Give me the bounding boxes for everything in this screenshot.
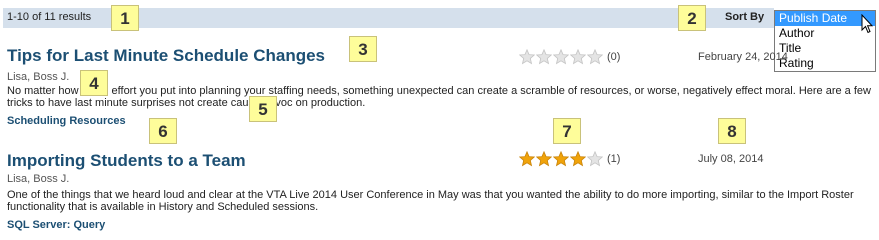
- sort-option-author[interactable]: Author: [775, 26, 875, 41]
- callout-7: 7: [553, 118, 581, 144]
- callout-1: 1: [111, 5, 139, 31]
- callout-3: 3: [349, 36, 377, 62]
- star-empty-icon[interactable]: [587, 151, 603, 167]
- star-empty-icon[interactable]: [519, 49, 535, 65]
- sort-option-publish-date[interactable]: Publish Date: [775, 11, 875, 26]
- star-filled-icon[interactable]: [536, 151, 552, 167]
- callout-4: 4: [80, 70, 108, 96]
- article-date: July 08, 2014: [698, 153, 764, 165]
- article-title[interactable]: Importing Students to a Team: [7, 151, 246, 171]
- star-filled-icon[interactable]: [519, 151, 535, 167]
- article-title[interactable]: Tips for Last Minute Schedule Changes: [7, 46, 325, 66]
- article-category-link[interactable]: SQL Server: Query: [7, 219, 105, 231]
- sort-option-rating[interactable]: Rating: [775, 56, 875, 71]
- star-empty-icon[interactable]: [570, 49, 586, 65]
- article-summary: No matter how much effort you put into p…: [7, 85, 871, 109]
- article-category-link[interactable]: Scheduling Resources: [7, 115, 126, 127]
- article-author: Lisa, Boss J.: [7, 71, 70, 83]
- rating-count: (0): [607, 51, 621, 63]
- article-date: February 24, 2014: [698, 51, 788, 63]
- sort-by-label: Sort By: [725, 11, 765, 23]
- star-empty-icon[interactable]: [587, 49, 603, 65]
- star-rating[interactable]: (1): [519, 151, 620, 167]
- article-summary: One of the things that we heard loud and…: [7, 189, 854, 213]
- callout-6: 6: [149, 118, 177, 144]
- star-empty-icon[interactable]: [536, 49, 552, 65]
- star-empty-icon[interactable]: [553, 49, 569, 65]
- callout-5: 5: [249, 96, 277, 122]
- mouse-pointer-icon: [861, 14, 873, 34]
- results-count: 1-10 of 11 results: [7, 11, 92, 23]
- star-filled-icon[interactable]: [553, 151, 569, 167]
- sort-option-title[interactable]: Title: [775, 41, 875, 56]
- article-author: Lisa, Boss J.: [7, 173, 70, 185]
- callout-2: 2: [678, 5, 706, 31]
- star-filled-icon[interactable]: [570, 151, 586, 167]
- star-rating[interactable]: (0): [519, 49, 620, 65]
- rating-count: (1): [607, 153, 621, 165]
- callout-8: 8: [718, 118, 746, 144]
